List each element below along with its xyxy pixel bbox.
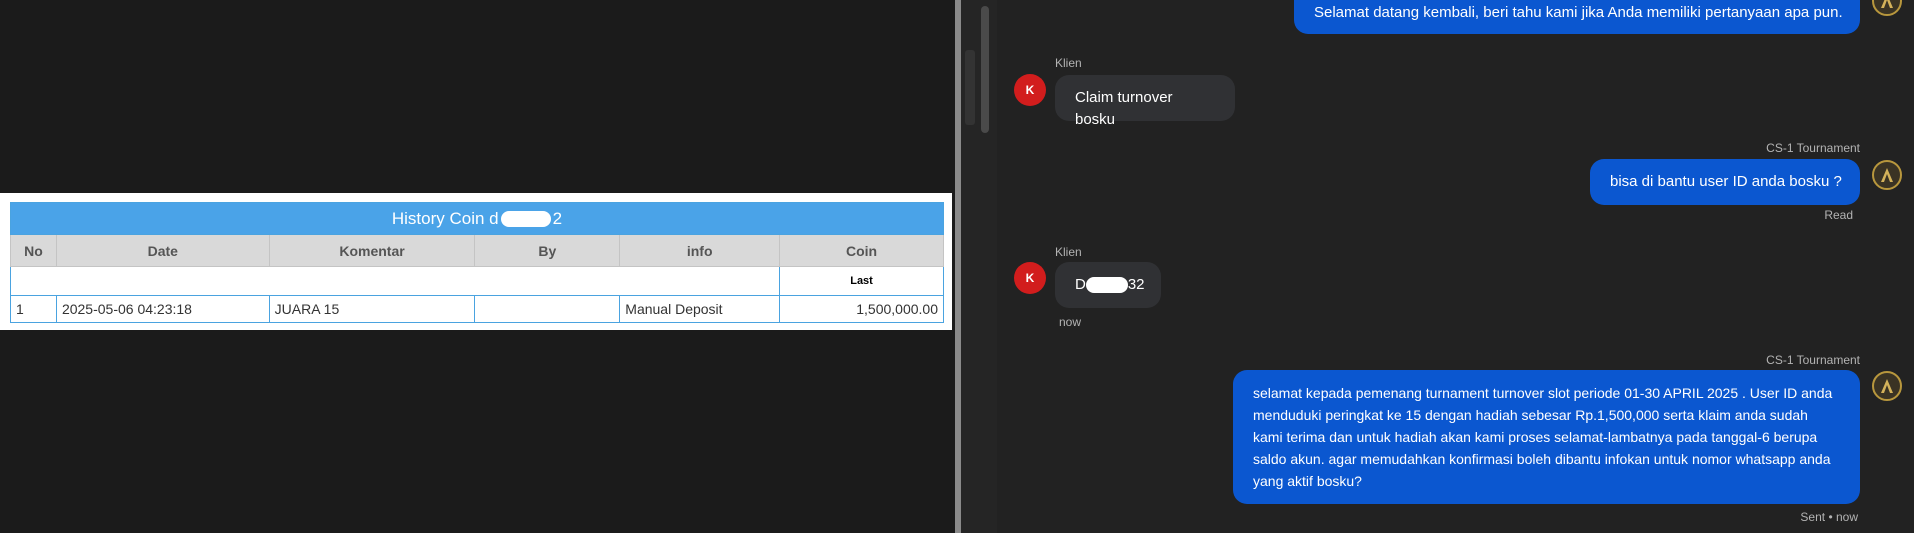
col-by[interactable]: By	[474, 234, 621, 267]
cell-info: Manual Deposit	[619, 295, 781, 323]
agent-logo-icon	[1881, 379, 1893, 393]
agent-logo-icon	[1881, 0, 1893, 8]
redacted-mask	[1085, 277, 1128, 294]
chat-message-incoming: Claim turnover bosku	[1055, 75, 1235, 128]
cell-by	[474, 295, 621, 323]
client-avatar: K	[1014, 262, 1046, 294]
message-sender: CS-1 Tournament	[1766, 141, 1860, 155]
chat-pane: Selamat datang kembali, beri tahu kami j…	[961, 0, 1914, 533]
chat-message-outgoing: Selamat datang kembali, beri tahu kami j…	[1294, 0, 1860, 34]
agent-avatar	[1872, 160, 1902, 190]
table-row: 1 2025-05-06 04:23:18 JUARA 15 Manual De…	[10, 295, 944, 323]
message-sender: CS-1 Tournament	[1766, 353, 1860, 367]
col-date[interactable]: Date	[55, 234, 270, 267]
message-text-suffix: 32	[1127, 276, 1145, 293]
message-text: Selamat datang kembali, beri tahu kami j…	[1314, 4, 1843, 21]
message-text: Claim turnover bosku	[1075, 89, 1173, 128]
cell-date: 2025-05-06 04:23:18	[55, 295, 270, 323]
col-no[interactable]: No	[10, 234, 57, 267]
message-status: Read	[1824, 208, 1853, 222]
scrollbar[interactable]	[981, 6, 989, 133]
side-strip	[961, 0, 997, 533]
message-text-prefix: D	[1075, 276, 1086, 293]
history-coin-table: History Coin d 2 No Date Komentar By info…	[9, 202, 944, 323]
history-title: History Coin d 2	[10, 202, 944, 235]
history-coin-panel: History Coin d 2 No Date Komentar By info…	[0, 193, 952, 330]
cell-coin: 1,500,000.00	[779, 295, 944, 323]
agent-avatar	[1872, 0, 1902, 16]
message-status: Sent • now	[1800, 510, 1858, 524]
message-timestamp: now	[1059, 315, 1082, 329]
message-sender: Klien	[1055, 245, 1082, 259]
redacted-mask	[480, 304, 560, 314]
history-title-suffix: 2	[552, 208, 563, 228]
agent-logo-icon	[1881, 168, 1893, 182]
chat-message-incoming: D 32	[1055, 262, 1161, 308]
chat-message-outgoing: bisa di bantu user ID anda bosku ?	[1590, 159, 1860, 205]
cell-no: 1	[10, 295, 57, 323]
redacted-mask	[500, 211, 551, 228]
message-text: selamat kepada pemenang turnament turnov…	[1253, 385, 1833, 489]
message-text: bisa di bantu user ID anda bosku ?	[1610, 173, 1842, 190]
cell-komentar: JUARA 15	[268, 295, 476, 323]
col-komentar[interactable]: Komentar	[268, 234, 476, 267]
last-row-spacer	[9, 266, 781, 296]
side-tab[interactable]	[965, 50, 975, 125]
left-pane: History Coin d 2 No Date Komentar By info…	[0, 0, 955, 533]
last-label: Last	[779, 266, 944, 296]
client-avatar: K	[1014, 74, 1046, 106]
agent-avatar	[1872, 371, 1902, 401]
history-title-prefix: History Coin d	[391, 208, 499, 228]
message-sender: Klien	[1055, 56, 1082, 70]
chat-message-outgoing: selamat kepada pemenang turnament turnov…	[1233, 370, 1860, 504]
col-coin[interactable]: Coin	[779, 234, 944, 267]
col-info[interactable]: info	[619, 234, 781, 267]
